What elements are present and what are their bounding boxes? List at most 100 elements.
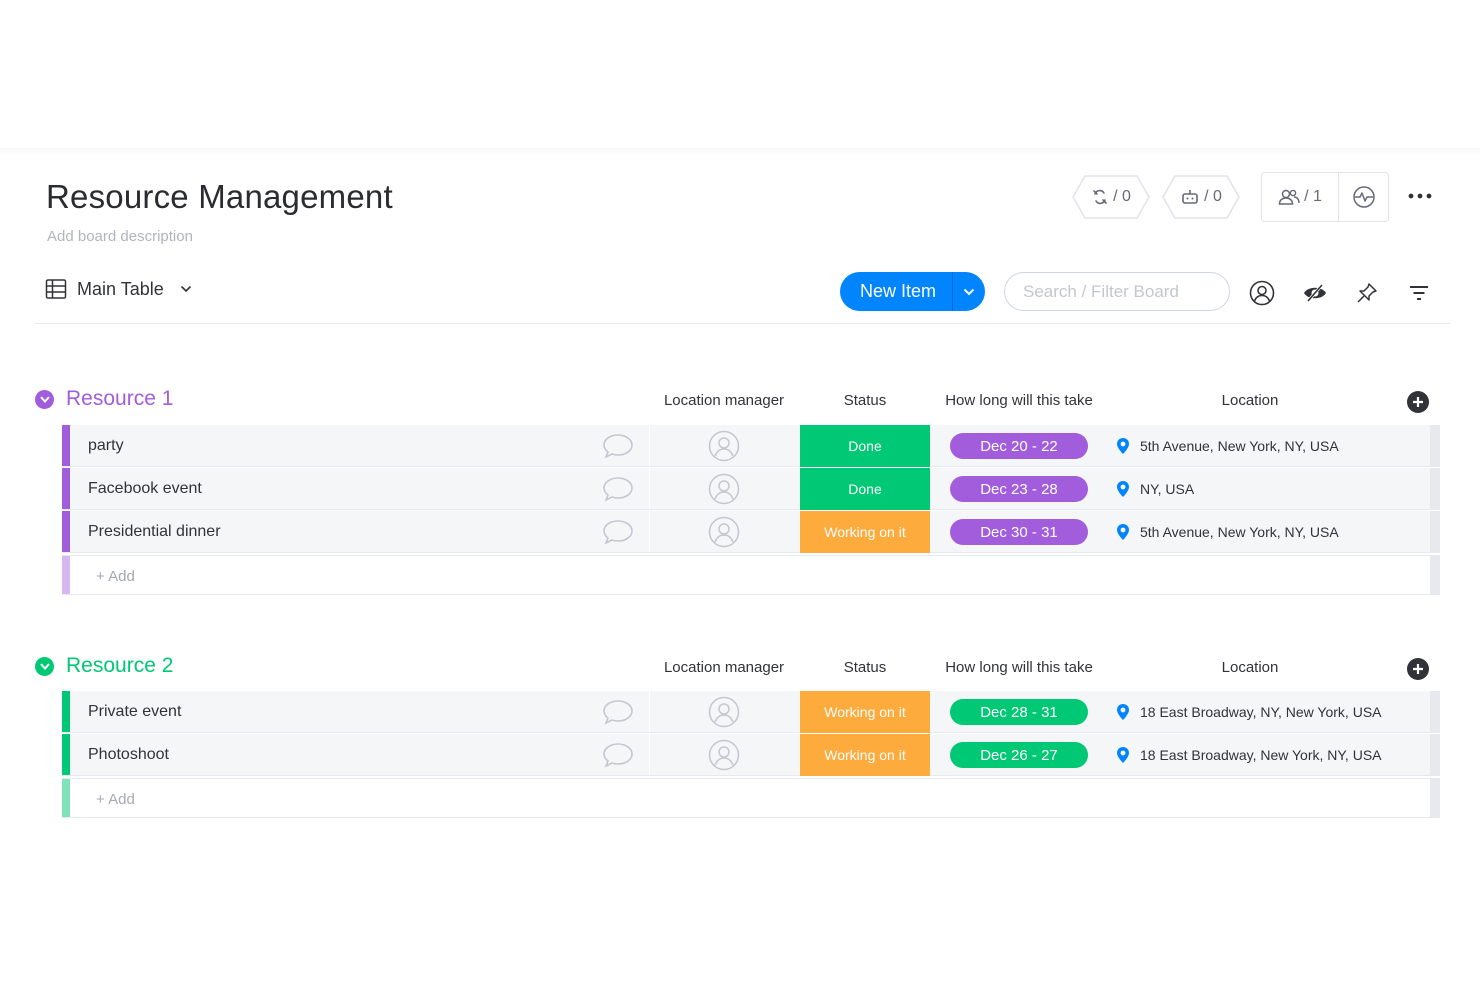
person-placeholder-icon[interactable] (708, 473, 740, 505)
group-color-bar (62, 511, 70, 552)
table-row[interactable]: Photoshoot Working on it Dec 26 - 27 18 … (62, 734, 1440, 776)
chat-bubble-icon[interactable] (602, 518, 634, 546)
search-filter-input[interactable] (1004, 272, 1230, 311)
add-item-label[interactable]: + Add (96, 556, 135, 596)
row-end (1430, 734, 1440, 775)
person-placeholder-icon[interactable] (708, 696, 740, 728)
chat-bubble-icon[interactable] (602, 475, 634, 503)
add-column-icon[interactable] (1407, 391, 1429, 413)
person-placeholder-icon[interactable] (708, 739, 740, 771)
location-text: 5th Avenue, New York, NY, USA (1140, 524, 1339, 540)
item-name[interactable]: Private event (88, 691, 181, 733)
add-item-label[interactable]: + Add (96, 779, 135, 819)
location-text: 18 East Broadway, NY, New York, USA (1140, 704, 1382, 720)
chevron-down-icon[interactable] (35, 389, 54, 409)
chat-bubble-icon[interactable] (602, 741, 634, 769)
map-pin-icon (1117, 747, 1129, 763)
status-badge[interactable]: Done (800, 425, 930, 467)
item-name[interactable]: Facebook event (88, 468, 202, 510)
people-icon (1278, 189, 1300, 205)
table-row[interactable]: party Done Dec 20 - 22 5th Avenue, New Y… (62, 425, 1440, 467)
toolbar-divider (34, 323, 1450, 324)
column-header-location[interactable]: Location (1110, 392, 1390, 409)
group-header-resource-1[interactable]: Resource 1 (35, 387, 173, 411)
hide-columns-icon[interactable] (1301, 279, 1329, 307)
add-item-row[interactable]: + Add (62, 555, 1440, 595)
timeline-pill[interactable]: Dec 28 - 31 (950, 699, 1088, 725)
row-end (1430, 691, 1440, 732)
group-header-resource-2[interactable]: Resource 2 (35, 654, 173, 678)
row-end (1430, 511, 1440, 552)
person-placeholder-icon[interactable] (708, 430, 740, 462)
item-name[interactable]: Presidential dinner (88, 511, 221, 553)
column-header-status[interactable]: Status (800, 392, 930, 409)
members-box: / 1 (1261, 172, 1389, 222)
map-pin-icon (1117, 438, 1129, 454)
row-end (1430, 779, 1440, 817)
column-header-timeline[interactable]: How long will this take (936, 659, 1102, 676)
item-name[interactable]: party (88, 425, 124, 467)
status-badge[interactable]: Done (800, 468, 930, 510)
chat-bubble-icon[interactable] (602, 698, 634, 726)
table-row[interactable]: Private event Working on it Dec 28 - 31 … (62, 691, 1440, 733)
cell-divider (649, 425, 650, 466)
group-color-bar (62, 691, 70, 732)
chevron-down-icon (180, 285, 191, 293)
board-title[interactable]: Resource Management (46, 178, 393, 216)
column-header-location[interactable]: Location (1110, 659, 1390, 676)
column-header-status[interactable]: Status (800, 659, 930, 676)
group-color-bar (62, 556, 70, 594)
top-separator (0, 148, 1480, 156)
timeline-pill[interactable]: Dec 20 - 22 (950, 433, 1088, 459)
row-end (1430, 556, 1440, 594)
column-header-timeline[interactable]: How long will this take (936, 392, 1102, 409)
location-text: NY, USA (1140, 481, 1195, 497)
location-text: 18 East Broadway, New York, NY, USA (1140, 747, 1382, 763)
board-description[interactable]: Add board description (47, 228, 193, 245)
integrations-icon (1093, 189, 1107, 205)
new-item-label: New Item (859, 281, 937, 301)
cell-divider (649, 468, 650, 509)
location-cell[interactable]: 18 East Broadway, NY, New York, USA (1116, 691, 1382, 733)
column-header-location-manager[interactable]: Location manager (652, 392, 796, 409)
timeline-pill[interactable]: Dec 23 - 28 (950, 476, 1088, 502)
activity-button[interactable] (1338, 173, 1388, 221)
table-row[interactable]: Facebook event Done Dec 23 - 28 NY, USA (62, 468, 1440, 510)
timeline-pill[interactable]: Dec 26 - 27 (950, 742, 1088, 768)
status-badge[interactable]: Working on it (800, 734, 930, 776)
integrations-count: / 0 (1113, 188, 1131, 205)
location-cell[interactable]: 18 East Broadway, New York, NY, USA (1116, 734, 1382, 776)
status-badge[interactable]: Working on it (800, 691, 930, 733)
add-item-row[interactable]: + Add (62, 778, 1440, 818)
robot-icon (1182, 190, 1198, 204)
group-title[interactable]: Resource 2 (66, 654, 173, 678)
timeline-pill[interactable]: Dec 30 - 31 (950, 519, 1088, 545)
table-row[interactable]: Presidential dinner Working on it Dec 30… (62, 511, 1440, 553)
integrations-button[interactable]: / 0 (1071, 174, 1151, 220)
pin-icon[interactable] (1353, 279, 1381, 307)
new-item-button[interactable]: New Item (840, 272, 985, 311)
location-cell[interactable]: 5th Avenue, New York, NY, USA (1116, 425, 1339, 467)
members-button[interactable]: / 1 (1262, 173, 1338, 221)
person-filter-icon[interactable] (1248, 279, 1276, 307)
add-column-icon[interactable] (1407, 658, 1429, 680)
location-text: 5th Avenue, New York, NY, USA (1140, 438, 1339, 454)
new-item-dropdown[interactable] (952, 272, 985, 311)
column-header-location-manager[interactable]: Location manager (652, 659, 796, 676)
cell-divider (649, 691, 650, 732)
activity-icon (1352, 186, 1375, 208)
location-cell[interactable]: NY, USA (1116, 468, 1194, 510)
group-title[interactable]: Resource 1 (66, 387, 173, 411)
group-color-bar (62, 468, 70, 509)
location-cell[interactable]: 5th Avenue, New York, NY, USA (1116, 511, 1339, 553)
person-placeholder-icon[interactable] (708, 516, 740, 548)
status-badge[interactable]: Working on it (800, 511, 930, 553)
automations-button[interactable]: / 0 (1161, 174, 1241, 220)
filter-icon[interactable] (1405, 279, 1433, 307)
chevron-down-icon[interactable] (35, 656, 54, 676)
more-options-icon[interactable] (1405, 184, 1435, 208)
group-color-bar (62, 425, 70, 466)
chat-bubble-icon[interactable] (602, 432, 634, 460)
item-name[interactable]: Photoshoot (88, 734, 169, 776)
main-table-view-button[interactable]: Main Table (45, 278, 192, 300)
